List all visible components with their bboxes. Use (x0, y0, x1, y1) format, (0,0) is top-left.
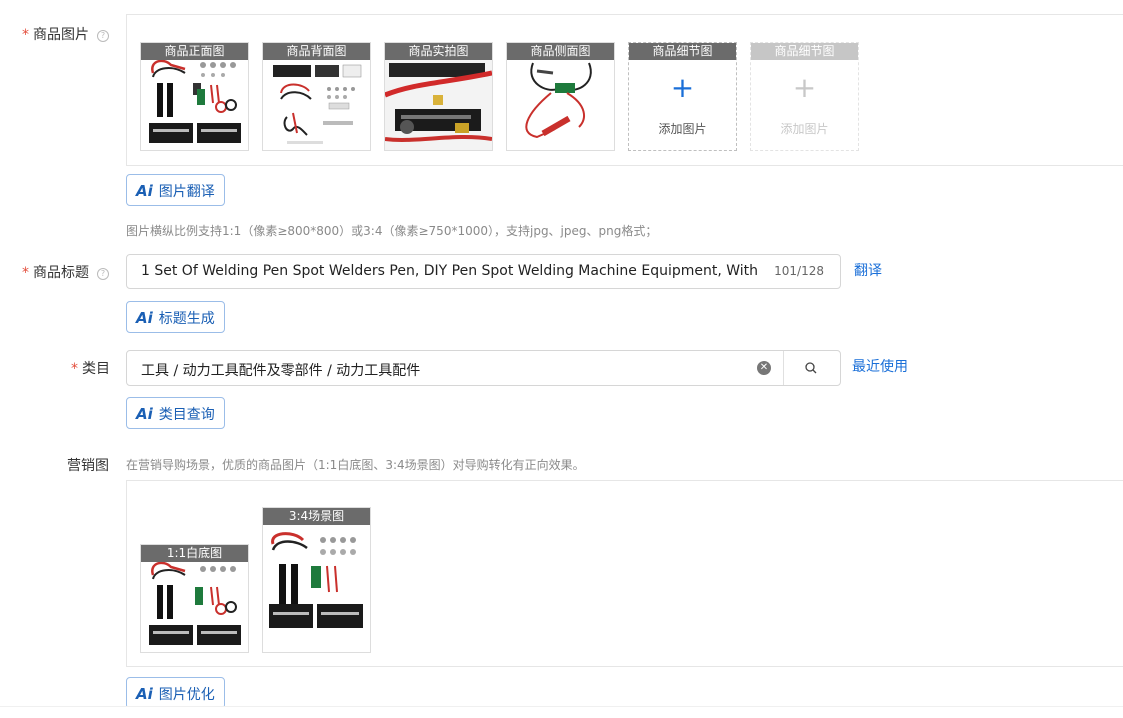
image-slot-side[interactable]: 商品侧面图 (506, 42, 615, 151)
category-label: * 类目 (71, 361, 110, 377)
search-icon (805, 362, 817, 374)
ai-image-translate-button[interactable]: Ai 图片翻译 (126, 174, 225, 206)
product-title-input[interactable]: 1 Set Of Welding Pen Spot Welders Pen, D… (126, 254, 841, 289)
ai-title-generate-button[interactable]: Ai 标题生成 (126, 301, 225, 333)
recent-used-link[interactable]: 最近使用 (852, 356, 908, 376)
ai-icon: Ai (136, 685, 153, 703)
ai-image-translate-label: 图片翻译 (158, 184, 215, 200)
ai-category-query-label: 类目查询 (158, 407, 215, 423)
image-slot-real[interactable]: 商品实拍图 (384, 42, 493, 151)
translate-link[interactable]: 翻译 (854, 260, 882, 280)
image-slot-caption: 商品实拍图 (385, 43, 492, 60)
marketing-slot-caption: 1:1白底图 (141, 545, 248, 562)
add-image-label: 添加图片 (658, 122, 707, 136)
ai-icon: Ai (136, 309, 153, 327)
product-images-label: * 商品图片? (22, 24, 109, 44)
ai-image-optimize-label: 图片优化 (158, 687, 215, 703)
image-slot-caption: 商品侧面图 (507, 43, 614, 60)
category-search-button[interactable] (784, 351, 841, 385)
image-slot-back[interactable]: 商品背面图 (262, 42, 371, 151)
add-image-label: 添加图片 (780, 122, 829, 136)
category-select[interactable]: 工具 / 动力工具配件及零部件 / 动力工具配件 ✕ (126, 350, 841, 386)
char-counter: 101/128 (774, 264, 824, 278)
marketing-slot-white-bg[interactable]: 1:1白底图 (140, 544, 249, 653)
category-value: 工具 / 动力工具配件及零部件 / 动力工具配件 (141, 363, 421, 379)
image-slot-caption: 商品细节图 (751, 43, 858, 60)
ai-category-query-button[interactable]: Ai 类目查询 (126, 397, 225, 429)
image-slot-detail-add[interactable]: 商品细节图 + 添加图片 (628, 42, 737, 151)
image-slot-front[interactable]: 商品正面图 (140, 42, 249, 151)
image-slot-caption: 商品背面图 (263, 43, 370, 60)
marketing-images-hint: 在营销导购场景，优质的商品图片（1:1白底图、3:4场景图）对导购转化有正向效果… (126, 458, 585, 472)
plus-icon: + (670, 71, 695, 104)
ai-icon: Ai (136, 182, 153, 200)
help-icon[interactable]: ? (97, 30, 109, 42)
marketing-slot-caption: 3:4场景图 (263, 508, 370, 525)
product-photo-scene (269, 532, 363, 628)
bottom-edge (0, 706, 1123, 718)
product-title-label: * 商品标题? (22, 262, 109, 282)
plus-icon: + (792, 71, 817, 104)
ai-image-optimize-button[interactable]: Ai 图片优化 (126, 677, 225, 709)
ai-title-generate-label: 标题生成 (158, 311, 215, 327)
image-slot-caption: 商品正面图 (141, 43, 248, 60)
marketing-slot-scene[interactable]: 3:4场景图 (262, 507, 371, 653)
clear-icon[interactable]: ✕ (757, 361, 771, 375)
image-slot-caption: 商品细节图 (629, 43, 736, 60)
image-slot-detail-add-disabled[interactable]: 商品细节图 + 添加图片 (750, 42, 859, 151)
image-requirements-hint: 图片横纵比例支持1:1（像素≥800*800）或3:4（像素≥750*1000）… (126, 224, 658, 238)
ai-icon: Ai (136, 405, 153, 423)
product-title-value[interactable]: 1 Set Of Welding Pen Spot Welders Pen, D… (141, 263, 763, 279)
help-icon[interactable]: ? (97, 268, 109, 280)
marketing-images-label: 营销图 (67, 458, 109, 474)
